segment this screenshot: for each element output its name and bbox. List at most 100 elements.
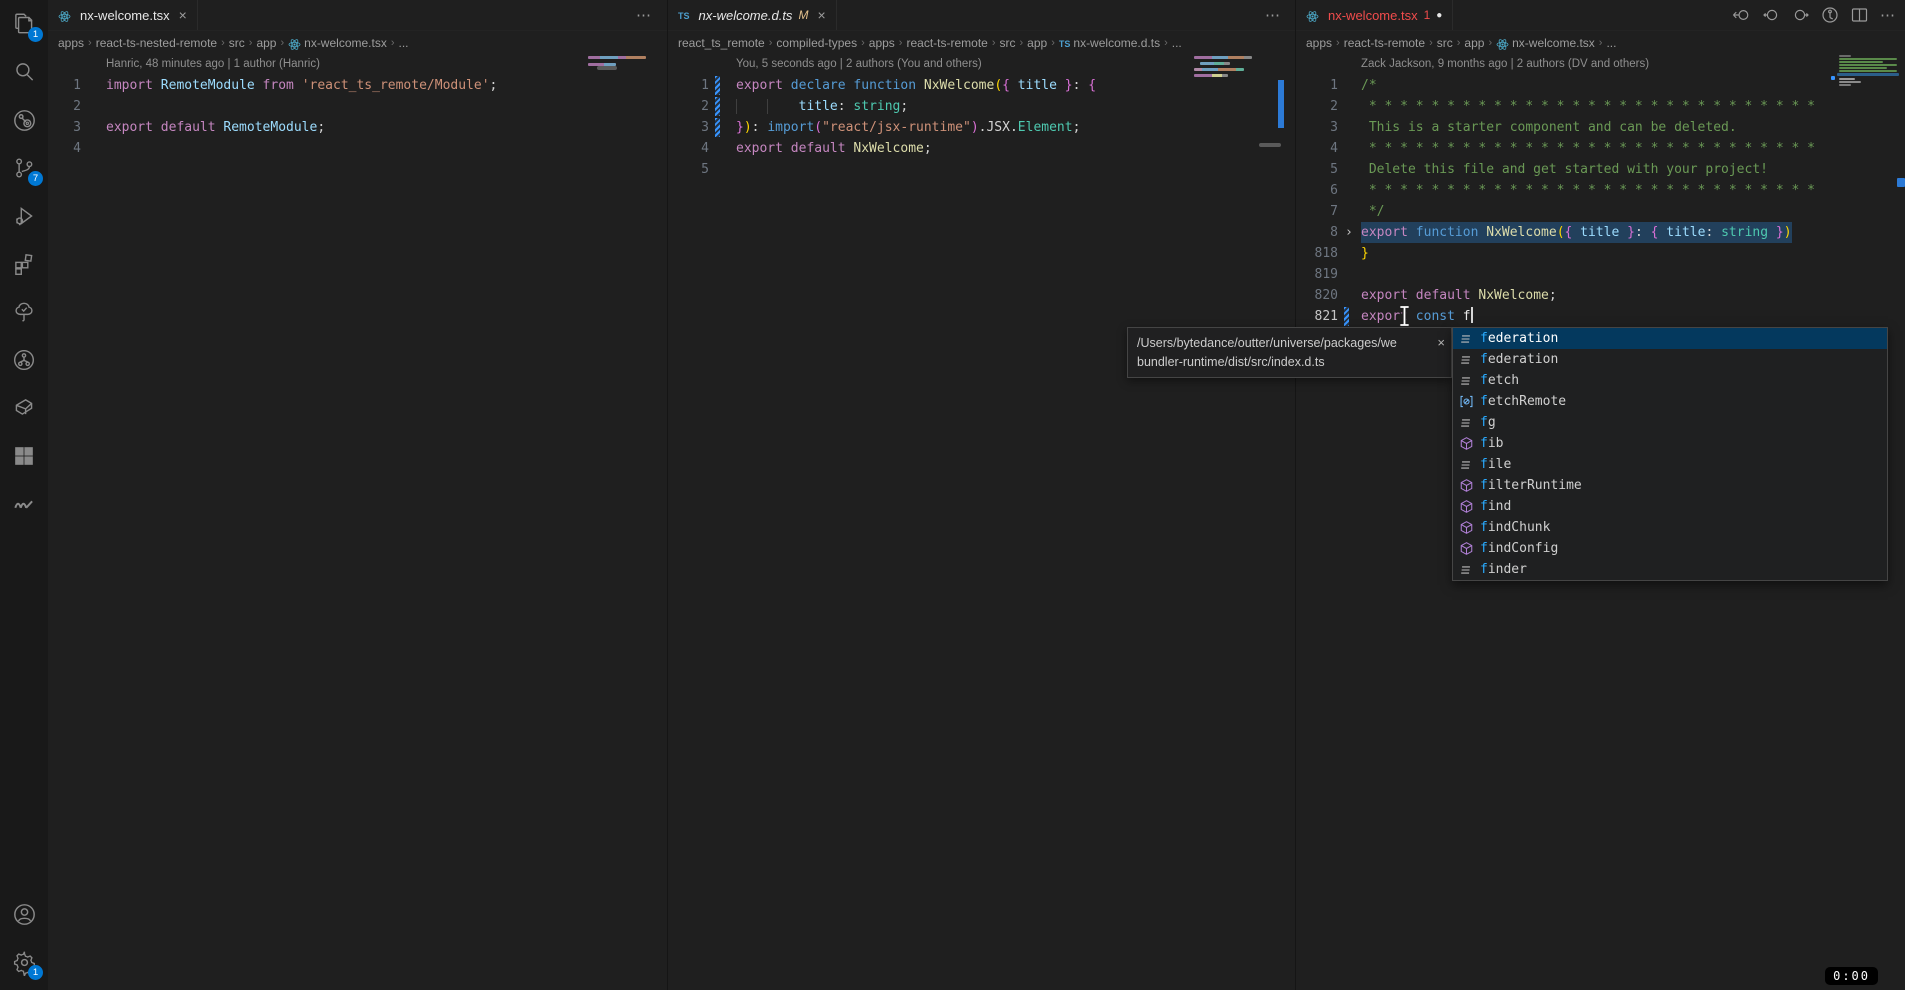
suggest-item-filterRuntime[interactable]: filterRuntime [1453,475,1887,496]
close-icon[interactable]: × [817,7,825,23]
code-line[interactable]: 818} [1296,243,1905,264]
line-number[interactable]: 818 [1296,243,1338,264]
code-line[interactable]: 2 [48,96,667,117]
more-actions-icon[interactable]: ⋯ [1880,6,1896,24]
breadcrumb-item[interactable]: app [256,36,276,50]
breadcrumb-item[interactable]: apps [1306,36,1332,50]
code-line[interactable]: 8›export function NxWelcome({ title }: {… [1296,222,1905,243]
breadcrumb-item[interactable]: src [1000,36,1016,50]
breadcrumb-item[interactable]: app [1027,36,1047,50]
sidebar-item-search[interactable] [0,48,48,96]
dirty-indicator-icon[interactable]: ● [1436,10,1442,21]
sidebar-item-run-and-debug[interactable] [0,192,48,240]
code-line[interactable]: 3 This is a starter component and can be… [1296,117,1905,138]
next-change-icon[interactable] [1792,7,1809,23]
suggest-item-file[interactable]: file [1453,454,1887,475]
breadcrumb-item[interactable]: src [1437,36,1453,50]
line-number[interactable]: 3 [48,117,81,138]
line-number[interactable]: 3 [668,117,709,138]
suggest-item-fg[interactable]: fg [1453,412,1887,433]
line-number[interactable]: 8 [1296,222,1338,243]
minimap-slider[interactable] [1259,143,1281,147]
code-line[interactable]: 4export default NxWelcome; [668,138,1296,159]
line-number[interactable]: 4 [48,138,81,159]
line-number[interactable]: 2 [1296,96,1338,117]
code-line[interactable]: 3export default RemoteModule; [48,117,667,138]
line-number[interactable]: 4 [668,138,709,159]
line-number[interactable]: 2 [668,96,709,117]
breadcrumb-item[interactable]: apps [58,36,84,50]
breadcrumb-item[interactable]: react_ts_remote [678,36,765,50]
sidebar-item-extensions[interactable] [0,240,48,288]
suggest-item-fetch[interactable]: fetch [1453,370,1887,391]
suggest-item-fetchRemote[interactable]: fetchRemote [1453,391,1887,412]
codelens[interactable]: Hanric, 48 minutes ago | 1 author (Hanri… [48,54,667,75]
suggest-item-federation[interactable]: federation [1453,328,1887,349]
code-line[interactable]: 1/* [1296,75,1905,96]
close-icon[interactable]: × [179,7,187,23]
breadcrumb-item[interactable]: ... [1606,36,1616,50]
sidebar-item-explorer[interactable]: 1 [0,0,48,48]
sidebar-item-gitlens[interactable] [0,96,48,144]
code-editor[interactable]: Hanric, 48 minutes ago | 1 author (Hanri… [48,54,667,159]
line-number[interactable]: 5 [668,159,709,180]
suggest-item-fib[interactable]: fib [1453,433,1887,454]
prev-change-icon[interactable] [1763,7,1780,23]
code-editor[interactable]: Zack Jackson, 9 months ago | 2 authors (… [1296,54,1905,327]
fold-chevron-icon[interactable]: › [1345,222,1353,243]
code-line[interactable]: 1import RemoteModule from 'react_ts_remo… [48,75,667,96]
code-line[interactable]: 2 * * * * * * * * * * * * * * * * * * * … [1296,96,1905,117]
tab-nx-welcome-tsx-remote[interactable]: nx-welcome.tsx 1 ● [1296,0,1453,30]
close-icon[interactable]: × [1437,333,1445,352]
breadcrumb-item[interactable]: ... [399,36,409,50]
line-number[interactable]: 1 [668,75,709,96]
sidebar-item-container-tools[interactable] [0,384,48,432]
code-line[interactable]: 819 [1296,264,1905,285]
breadcrumb-item[interactable]: nx-welcome.d.ts [1073,36,1160,50]
sidebar-item-bookmarks[interactable] [0,480,48,528]
code-line[interactable]: 6 * * * * * * * * * * * * * * * * * * * … [1296,180,1905,201]
line-number[interactable]: 3 [1296,117,1338,138]
suggest-item-find[interactable]: find [1453,496,1887,517]
tab-nx-welcome-dts[interactable]: TS nx-welcome.d.ts M × [668,0,837,30]
breadcrumb-item[interactable]: app [1464,36,1484,50]
accounts-button[interactable] [0,890,48,938]
line-number[interactable]: 4 [1296,138,1338,159]
sidebar-item-git-graph[interactable] [0,336,48,384]
split-editor-icon[interactable] [1851,7,1868,23]
gitlens-history-icon[interactable] [1821,6,1839,24]
breadcrumb-item[interactable]: react-ts-nested-remote [96,36,217,50]
line-number[interactable]: 821 [1296,306,1338,327]
code-line[interactable]: 4 [48,138,667,159]
line-number[interactable]: 1 [48,75,81,96]
breadcrumb-item[interactable]: nx-welcome.tsx [1512,36,1595,50]
line-number[interactable]: 2 [48,96,81,117]
breadcrumb-item[interactable]: react-ts-remote [1344,36,1425,50]
sidebar-item-remote-grid[interactable] [0,432,48,480]
breadcrumb-item[interactable]: ... [1172,36,1182,50]
codelens[interactable]: Zack Jackson, 9 months ago | 2 authors (… [1296,54,1905,75]
suggest-item-findConfig[interactable]: findConfig [1453,538,1887,559]
sidebar-item-test-tree[interactable] [0,288,48,336]
code-line[interactable]: 4 * * * * * * * * * * * * * * * * * * * … [1296,138,1905,159]
breadcrumb-item[interactable]: compiled-types [776,36,857,50]
suggest-item-federation[interactable]: federation [1453,349,1887,370]
breadcrumb-item[interactable]: nx-welcome.tsx [304,36,387,50]
suggest-item-findChunk[interactable]: findChunk [1453,517,1887,538]
sidebar-item-source-control[interactable]: 7 [0,144,48,192]
tab-nx-welcome-tsx[interactable]: nx-welcome.tsx × [48,0,198,30]
breadcrumb-item[interactable]: apps [869,36,895,50]
more-actions-icon[interactable]: ⋯ [636,0,667,30]
line-number[interactable]: 819 [1296,264,1338,285]
code-line[interactable]: 7 */ [1296,201,1905,222]
minimap[interactable] [1194,54,1289,134]
settings-button[interactable]: 1 [0,938,48,986]
breadcrumb-item[interactable]: react-ts-remote [906,36,987,50]
line-number[interactable]: 1 [1296,75,1338,96]
code-line[interactable]: 5 [668,159,1296,180]
breadcrumb-item[interactable]: src [229,36,245,50]
suggest-item-finder[interactable]: finder [1453,559,1887,580]
line-number[interactable]: 5 [1296,159,1338,180]
minimap-slider[interactable] [597,66,617,70]
code-line[interactable]: 821export const f [1296,306,1905,327]
